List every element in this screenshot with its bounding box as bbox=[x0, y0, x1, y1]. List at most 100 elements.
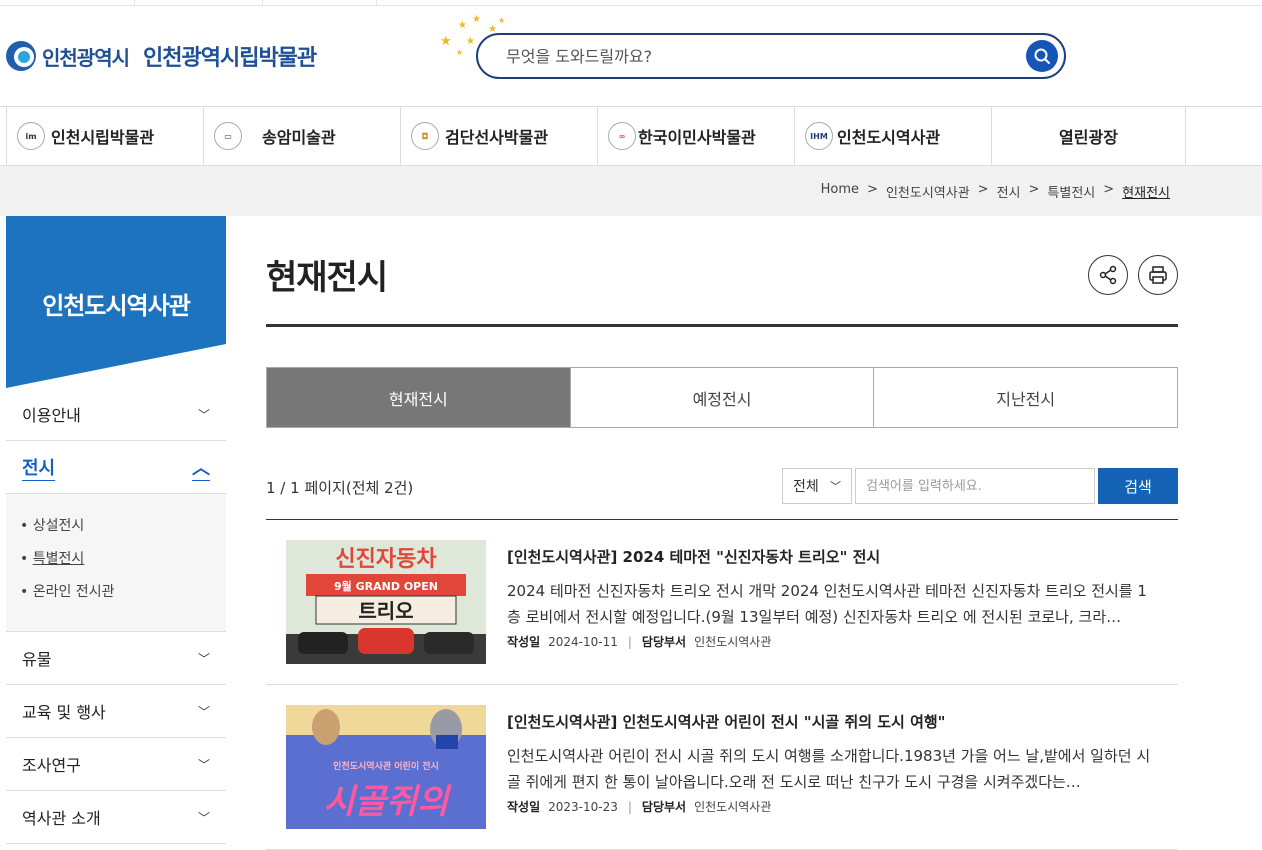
art-museum-icon: ▭ bbox=[214, 122, 242, 150]
side-nav-header: 인천도시역사관 bbox=[6, 216, 226, 388]
museum-nav: im 인천시립박물관 ▭ 송암미술관 ◘ 검단선사박물관 ∞ 한국이민사박물관 … bbox=[0, 106, 1262, 166]
page-title: 현재전시 bbox=[266, 258, 388, 298]
keyword-input[interactable] bbox=[855, 468, 1095, 504]
item-description: 인천도시역사관 어린이 전시 시골 쥐의 도시 여행를 소개합니다.1983년 … bbox=[507, 747, 1151, 791]
side-nav-label: 이용안내 bbox=[22, 406, 81, 425]
thumb-subtitle: 9월 GRAND OPEN bbox=[334, 579, 438, 593]
side-nav-artifacts[interactable]: 유물 ﹀ bbox=[6, 632, 226, 685]
dept-label: 담당부서 bbox=[641, 800, 687, 814]
chevron-down-icon: ﹀ bbox=[197, 810, 210, 825]
meta-separator: | bbox=[627, 634, 632, 649]
date-label: 작성일 bbox=[507, 635, 541, 649]
item-meta: 작성일 2024-10-11 | 담당부서 인천도시역사관 bbox=[507, 633, 771, 650]
chevron-down-icon: ﹀ bbox=[830, 480, 841, 493]
search-scope-value: 전체 bbox=[793, 479, 819, 495]
nav-label: 인천시립박물관 bbox=[51, 128, 155, 147]
tab-upcoming[interactable]: 예정전시 bbox=[569, 368, 874, 427]
result-count: 1 / 1 페이지(전체 2건) bbox=[266, 479, 414, 497]
chevron-down-icon: ﹀ bbox=[197, 757, 210, 772]
submenu-permanent[interactable]: • 상설전시 bbox=[20, 514, 226, 547]
incheon-museum-icon: im bbox=[17, 122, 45, 150]
print-icon bbox=[1149, 266, 1167, 284]
dept-value: 인천도시역사관 bbox=[694, 635, 772, 649]
tab-past[interactable]: 지난전시 bbox=[873, 368, 1177, 427]
nav-label: 열린광장 bbox=[1059, 128, 1118, 147]
breadcrumb: Home > 인천도시역사관 > 전시 > 특별전시 > 현재전시 bbox=[813, 182, 1170, 201]
site-logo[interactable]: 인천광역시 인천광역시립박물관 bbox=[6, 40, 317, 72]
side-nav-about[interactable]: 역사관 소개 ﹀ bbox=[6, 791, 226, 844]
immigration-museum-icon: ∞ bbox=[608, 122, 636, 150]
city-logo-text: 인천광역시 bbox=[42, 45, 130, 70]
site-header: 인천광역시 인천광역시립박물관 ★ ★ ★ ★ ★ ★ ★ bbox=[0, 6, 1262, 106]
breadcrumb-level2[interactable]: 전시 bbox=[997, 182, 1021, 201]
breadcrumb-sep: > bbox=[1028, 182, 1040, 197]
side-nav-label: 유물 bbox=[22, 650, 52, 669]
thumbnail-image: 신진자동차 9월 GRAND OPEN 트리오 bbox=[286, 540, 486, 664]
side-nav-research[interactable]: 조사연구 ﹀ bbox=[6, 738, 226, 791]
breadcrumb-sep: > bbox=[977, 182, 989, 197]
chevron-down-icon: ﹀ bbox=[197, 704, 210, 719]
item-meta: 작성일 2023-10-23 | 담당부서 인천도시역사관 bbox=[507, 798, 771, 815]
meta-separator: | bbox=[627, 799, 632, 814]
dept-label: 담당부서 bbox=[641, 635, 687, 649]
thumb-title: 신진자동차 bbox=[335, 547, 437, 572]
list-item[interactable]: 신진자동차 9월 GRAND OPEN 트리오 [인천도시역사관] 2024 테… bbox=[266, 520, 1178, 685]
breadcrumb-level3[interactable]: 특별전시 bbox=[1047, 182, 1095, 201]
search-icon bbox=[1034, 48, 1050, 64]
print-button[interactable] bbox=[1138, 255, 1178, 295]
side-nav-usage-guide[interactable]: 이용안내 ﹀ bbox=[6, 388, 226, 441]
item-title[interactable]: [인천도시역사관] 2024 테마전 "신진자동차 트리오" 전시 bbox=[507, 546, 880, 567]
nav-songam-art[interactable]: ▭ 송암미술관 bbox=[203, 107, 400, 165]
side-nav-exhibition[interactable]: 전시 ︿ bbox=[6, 441, 226, 494]
side-nav: 이용안내 ﹀ 전시 ︿ • 상설전시 • 특별전시 • 온라인 전시관 유물 ﹀… bbox=[6, 388, 226, 844]
side-nav-education[interactable]: 교육 및 행사 ﹀ bbox=[6, 685, 226, 738]
city-history-icon: IHM bbox=[805, 122, 833, 150]
list-item[interactable]: 인천도시역사관 어린이 전시 시골쥐의 [인천도시역사관] 인천도시역사관 어린… bbox=[266, 685, 1178, 850]
nav-label: 검단선사박물관 bbox=[445, 128, 549, 147]
submenu-online[interactable]: • 온라인 전시관 bbox=[20, 580, 226, 613]
submenu-label: 상설전시 bbox=[32, 518, 85, 534]
submenu-label: 특별전시 bbox=[32, 551, 85, 567]
nav-label: 송암미술관 bbox=[262, 128, 336, 147]
chevron-down-icon: ﹀ bbox=[197, 651, 210, 666]
global-search-button[interactable] bbox=[1026, 40, 1058, 72]
share-button[interactable] bbox=[1088, 255, 1128, 295]
tab-current[interactable]: 현재전시 bbox=[267, 368, 570, 427]
breadcrumb-sep: > bbox=[867, 182, 878, 197]
nav-label: 인천도시역사관 bbox=[837, 128, 941, 147]
thumb-name: 트리오 bbox=[358, 599, 413, 623]
thumbnail-image: 인천도시역사관 어린이 전시 시골쥐의 bbox=[286, 705, 486, 829]
nav-incheon-museum[interactable]: im 인천시립박물관 bbox=[6, 107, 203, 165]
nav-geomdan-prehistory[interactable]: ◘ 검단선사박물관 bbox=[400, 107, 597, 165]
date-label: 작성일 bbox=[507, 800, 541, 814]
submenu-special[interactable]: • 특별전시 bbox=[20, 547, 226, 580]
nav-open-square[interactable]: 열린광장 bbox=[991, 107, 1186, 165]
nav-immigration-museum[interactable]: ∞ 한국이민사박물관 bbox=[597, 107, 794, 165]
exhibition-tabs: 현재전시 예정전시 지난전시 bbox=[266, 367, 1178, 428]
side-nav-title: 인천도시역사관 bbox=[42, 292, 191, 320]
breadcrumb-level1[interactable]: 인천도시역사관 bbox=[886, 182, 970, 201]
item-description: 2024 테마전 신진자동차 트리오 전시 개막 2024 인천도시역사관 테마… bbox=[507, 582, 1147, 626]
side-nav-submenu: • 상설전시 • 특별전시 • 온라인 전시관 bbox=[6, 494, 226, 632]
dept-value: 인천도시역사관 bbox=[694, 800, 772, 814]
nav-city-history[interactable]: IHM 인천도시역사관 bbox=[794, 107, 991, 165]
breadcrumb-sep: > bbox=[1103, 182, 1115, 197]
global-search-input[interactable] bbox=[506, 43, 1006, 69]
search-scope-select[interactable]: 전체 ﹀ bbox=[782, 468, 852, 504]
search-button[interactable]: 검색 bbox=[1098, 468, 1178, 504]
date-value: 2024-10-11 bbox=[548, 634, 618, 649]
date-value: 2023-10-23 bbox=[548, 799, 618, 814]
item-title[interactable]: [인천도시역사관] 인천도시역사관 어린이 전시 "시골 쥐의 도시 여행" bbox=[507, 711, 946, 732]
breadcrumb-home[interactable]: Home bbox=[821, 182, 859, 201]
nav-label: 한국이민사박물관 bbox=[638, 128, 756, 147]
thumb-title: 시골쥐의 bbox=[323, 782, 452, 822]
exhibition-thumbnail[interactable]: 신진자동차 9월 GRAND OPEN 트리오 bbox=[286, 540, 486, 664]
museum-name: 인천광역시립박물관 bbox=[143, 46, 317, 71]
side-nav-label: 역사관 소개 bbox=[22, 809, 101, 828]
breadcrumb-current[interactable]: 현재전시 bbox=[1122, 182, 1170, 201]
thumb-caption: 인천도시역사관 어린이 전시 bbox=[333, 760, 439, 772]
global-search bbox=[476, 33, 1066, 79]
exhibition-thumbnail[interactable]: 인천도시역사관 어린이 전시 시골쥐의 bbox=[286, 705, 486, 829]
share-icon bbox=[1099, 265, 1117, 285]
breadcrumb-bar: Home > 인천도시역사관 > 전시 > 특별전시 > 현재전시 bbox=[0, 166, 1262, 216]
